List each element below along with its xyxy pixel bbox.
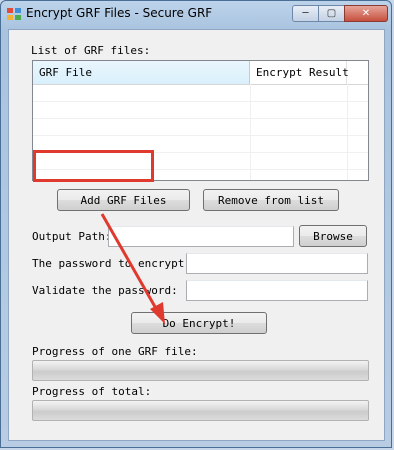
file-list-label: List of GRF files:: [31, 44, 151, 57]
grid-line: [33, 135, 368, 136]
close-icon: ✕: [361, 8, 371, 19]
grid-line: [33, 118, 368, 119]
column-header-encrypt-result[interactable]: Encrypt Result: [250, 61, 349, 84]
grid-line: [33, 101, 368, 102]
grid-line: [347, 84, 348, 180]
annotation-highlight-box: [33, 150, 154, 182]
output-path-field[interactable]: [108, 226, 294, 247]
title-bar[interactable]: Encrypt GRF Files - Secure GRF ─ ▢ ✕: [1, 1, 391, 29]
browse-button[interactable]: Browse: [299, 225, 367, 247]
column-header-grf-file[interactable]: GRF File: [33, 61, 250, 84]
close-button[interactable]: ✕: [344, 5, 388, 22]
validate-password-label: Validate the password:: [32, 284, 178, 297]
maximize-icon: ▢: [326, 8, 337, 19]
progress-one-bar: [32, 360, 369, 381]
add-grf-files-button[interactable]: Add GRF Files: [57, 189, 190, 211]
window-title: Encrypt GRF Files - Secure GRF: [26, 6, 213, 20]
client-area: List of GRF files: GRF File Encrypt Resu…: [8, 29, 385, 441]
minimize-button[interactable]: ─: [292, 5, 319, 22]
password-field[interactable]: [186, 253, 368, 274]
column-header-filler: [347, 61, 368, 84]
grid-line: [250, 84, 251, 180]
do-encrypt-button[interactable]: Do Encrypt!: [131, 312, 267, 334]
output-path-label: Output Path:: [32, 230, 112, 243]
app-icon: [7, 8, 21, 20]
validate-password-field[interactable]: [186, 280, 368, 301]
maximize-button[interactable]: ▢: [318, 5, 345, 22]
progress-total-bar: [32, 400, 369, 421]
progress-one-label: Progress of one GRF file:: [32, 345, 198, 358]
minimize-icon: ─: [302, 8, 309, 19]
remove-from-list-button[interactable]: Remove from list: [203, 189, 339, 211]
app-window: Encrypt GRF Files - Secure GRF ─ ▢ ✕ Lis…: [0, 0, 392, 448]
password-label: The password to encrypt:: [32, 257, 191, 270]
list-header: GRF File Encrypt Result: [33, 61, 368, 85]
progress-total-label: Progress of total:: [32, 385, 152, 398]
